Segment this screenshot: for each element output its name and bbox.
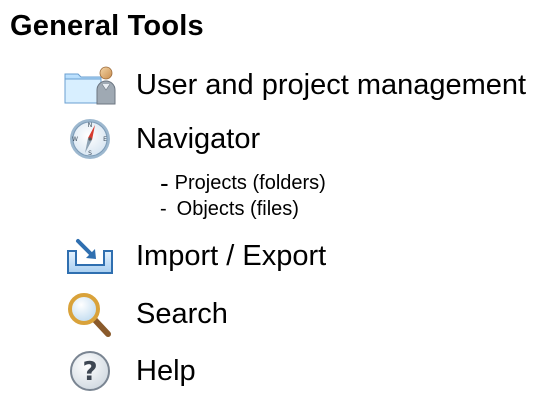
list-item[interactable]: - Projects (folders) <box>160 167 326 198</box>
list-item-label: Objects (files) <box>176 197 299 220</box>
list-dash: - <box>160 197 167 220</box>
tool-label: Import / Export <box>136 239 327 272</box>
tool-search[interactable]: Search <box>62 291 228 337</box>
tool-help[interactable]: ? Help <box>62 348 196 394</box>
tool-user-project-management[interactable]: User and project management <box>62 62 526 108</box>
list-item[interactable]: - Objects (files) <box>160 196 326 222</box>
svg-text:W: W <box>72 136 78 143</box>
svg-text:?: ? <box>82 357 97 387</box>
compass-icon: N E S W <box>62 116 118 162</box>
tool-label: Navigator <box>136 122 261 155</box>
tool-label: User and project management <box>136 68 527 101</box>
list-dash: - <box>160 167 169 198</box>
svg-text:S: S <box>88 150 92 157</box>
tool-label: Search <box>136 297 228 330</box>
navigator-sub-list: - Projects (folders) - Objects (files) <box>160 167 326 222</box>
page-title: General Tools <box>10 10 204 42</box>
svg-text:N: N <box>88 122 93 129</box>
magnifier-icon <box>62 291 118 337</box>
user-folder-icon <box>62 62 118 108</box>
tool-label: Help <box>136 354 196 387</box>
list-item-label: Projects (folders) <box>174 171 326 194</box>
tool-import-export[interactable]: Import / Export <box>62 233 326 279</box>
help-icon: ? <box>62 348 118 394</box>
import-export-icon <box>62 233 118 279</box>
svg-text:E: E <box>103 136 107 143</box>
tool-navigator[interactable]: N E S W Navigator <box>62 116 260 162</box>
